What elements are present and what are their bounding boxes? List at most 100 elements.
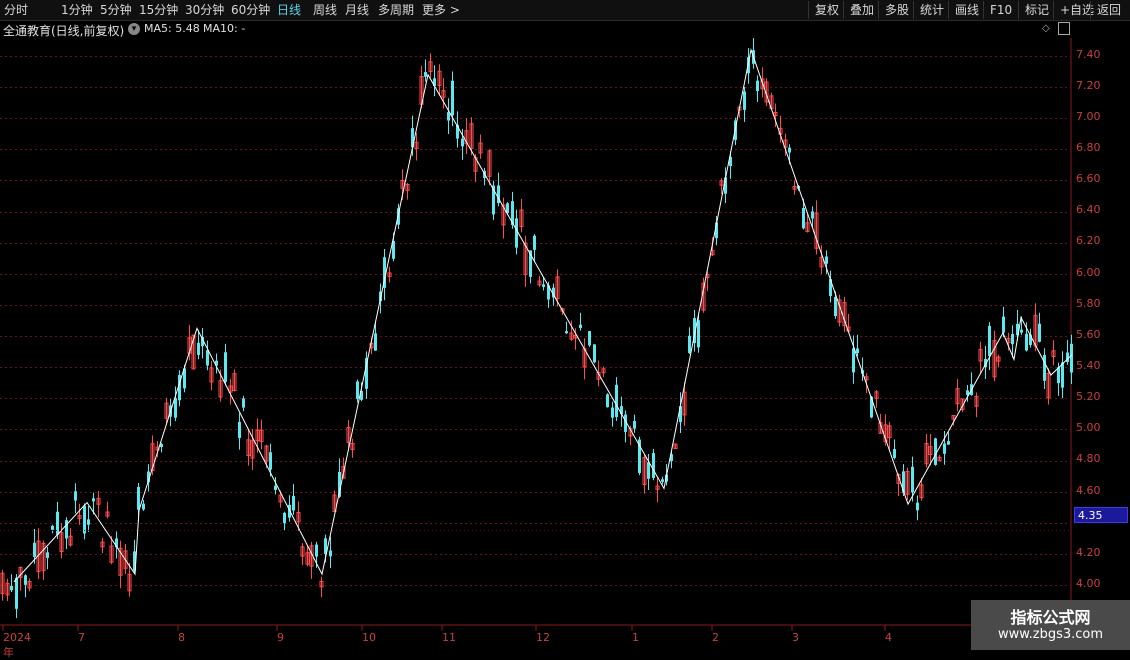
candle-body <box>947 441 950 445</box>
watermark-title: 指标公式网 <box>1010 608 1091 627</box>
candle-body <box>688 335 691 353</box>
toolbar-button-7[interactable]: +自选 <box>1053 1 1094 19</box>
candle-body <box>1061 362 1064 388</box>
x-tick-label: 4 <box>885 631 892 644</box>
y-tick-label: 7.00 <box>1076 110 1101 123</box>
stock-title: 全通教育(日线,前复权) <box>3 24 125 38</box>
diamond-icon[interactable]: ◇ <box>1042 23 1050 34</box>
y-tick-label: 5.40 <box>1076 359 1101 372</box>
period-tab-9[interactable]: 多周期 <box>378 1 414 19</box>
watermark-url: www.zbgs3.com <box>997 627 1104 642</box>
candle-body <box>1002 316 1005 333</box>
x-tick-label: 3 <box>792 631 799 644</box>
toolbar-button-1[interactable]: 叠加 <box>843 1 874 19</box>
ma10-label: MA10: - <box>203 22 246 35</box>
candle-body <box>92 498 95 502</box>
candle-body <box>811 211 814 219</box>
candle-body <box>743 91 746 110</box>
zigzag-line <box>13 47 1073 583</box>
candle-body <box>856 348 859 354</box>
candle-body <box>615 384 618 418</box>
y-tick-label: 4.20 <box>1076 546 1101 559</box>
period-tab-5[interactable]: 60分钟 <box>231 1 270 19</box>
toolbar-button-3[interactable]: 统计 <box>913 1 944 19</box>
y-tick-label: 6.00 <box>1076 266 1101 279</box>
candle-body <box>142 503 145 510</box>
candle-body <box>451 80 454 116</box>
period-tab-0[interactable]: 分时 <box>4 1 28 19</box>
candle-body <box>274 485 277 490</box>
candle-body <box>83 505 86 534</box>
x-tick-label: 9 <box>277 631 284 644</box>
toolbar-button-4[interactable]: 画线 <box>948 1 979 19</box>
candle-body <box>893 449 896 458</box>
y-tick-label: 6.40 <box>1076 203 1101 216</box>
candle-body <box>1020 329 1023 333</box>
x-tick-label: 11 <box>442 631 456 644</box>
period-tab-10[interactable]: 更多 > <box>422 1 460 19</box>
toolbar-button-0[interactable]: 复权 <box>808 1 839 19</box>
candle-body <box>197 342 200 355</box>
period-tab-4[interactable]: 30分钟 <box>185 1 224 19</box>
candle-body <box>788 147 791 153</box>
kline-chart <box>0 38 1130 631</box>
candle-body <box>283 512 286 524</box>
y-tick-label: 5.20 <box>1076 390 1101 403</box>
x-tick-label: 2 <box>712 631 719 644</box>
candle-body <box>356 381 359 399</box>
y-tick-label: 5.60 <box>1076 328 1101 341</box>
ma5-label: MA5: 5.48 <box>144 22 200 35</box>
current-price-marker: 4.35 <box>1074 507 1128 523</box>
candle-body <box>15 577 18 609</box>
toolbar-button-5[interactable]: F10 <box>983 1 1012 19</box>
candle-body <box>461 138 464 147</box>
y-tick-label: 4.00 <box>1076 577 1101 590</box>
x-tick-label: 8 <box>178 631 185 644</box>
y-tick-label: 5.80 <box>1076 297 1101 310</box>
candle-body <box>515 218 518 248</box>
x-tick-label: 10 <box>362 631 376 644</box>
y-tick-label: 6.60 <box>1076 172 1101 185</box>
candle-body <box>238 421 241 439</box>
candle-body <box>988 325 991 357</box>
toolbar-button-2[interactable]: 多股 <box>878 1 909 19</box>
candle-body <box>565 331 568 334</box>
y-tick-label: 6.20 <box>1076 234 1101 247</box>
window-icon[interactable] <box>1058 22 1070 35</box>
candle-body <box>943 443 946 454</box>
toolbar-button-6[interactable]: 标记 <box>1018 1 1049 19</box>
candle-body <box>315 544 318 557</box>
candle-body <box>65 520 68 539</box>
period-tab-7[interactable]: 周线 <box>313 1 337 19</box>
candle-body <box>1011 334 1014 345</box>
candle-body <box>329 550 332 557</box>
candle-body <box>292 495 295 511</box>
period-tab-6[interactable]: 日线 <box>277 1 301 19</box>
x-tick-label: 7 <box>78 631 85 644</box>
y-tick-label: 6.80 <box>1076 141 1101 154</box>
candle-body <box>756 80 759 92</box>
chevron-down-icon[interactable]: ▾ <box>128 23 140 35</box>
toolbar-button-8[interactable]: 返回 <box>1090 1 1121 19</box>
candle-body <box>579 324 582 329</box>
candle-body <box>269 452 272 470</box>
candle-body <box>1043 355 1046 381</box>
period-tab-2[interactable]: 5分钟 <box>100 1 132 19</box>
x-tick-label: 2024年 <box>3 631 31 659</box>
period-tab-8[interactable]: 月线 <box>345 1 369 19</box>
candle-body <box>611 407 614 418</box>
candle-body <box>87 519 90 525</box>
candle-body <box>588 331 591 346</box>
candle-body <box>697 320 700 348</box>
x-tick-label: 12 <box>536 631 550 644</box>
candle-body <box>1070 343 1073 373</box>
period-tab-3[interactable]: 15分钟 <box>139 1 178 19</box>
y-tick-label: 7.40 <box>1076 48 1101 61</box>
y-tick-label: 7.20 <box>1076 79 1101 92</box>
candle-body <box>661 479 664 482</box>
candle-body <box>206 350 209 366</box>
candle-body <box>633 421 636 429</box>
period-tab-1[interactable]: 1分钟 <box>61 1 93 19</box>
candle-body <box>46 552 49 558</box>
candle-body <box>911 466 914 493</box>
